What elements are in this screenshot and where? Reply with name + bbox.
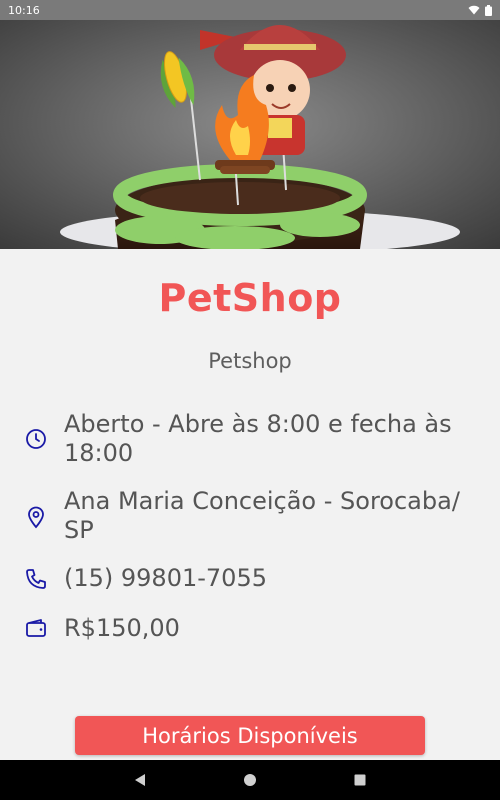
- back-button[interactable]: [125, 765, 155, 795]
- address-text: Ana Maria Conceição - Sorocaba/ SP: [64, 487, 460, 544]
- place-category: Petshop: [208, 349, 292, 373]
- wallet-icon: [26, 619, 46, 637]
- wifi-icon: [468, 5, 480, 15]
- price-text: R$150,00: [64, 614, 180, 642]
- hours-text: Aberto - Abre às 8:00 e fecha às 18:00: [64, 410, 452, 467]
- available-times-button[interactable]: Horários Disponíveis: [75, 716, 425, 755]
- status-bar: 10:16: [0, 0, 500, 20]
- back-icon: [135, 774, 145, 786]
- navigation-bar: [0, 760, 500, 800]
- status-icons: [468, 4, 492, 16]
- status-time: 10:16: [8, 3, 40, 17]
- hero-image: [0, 20, 500, 249]
- clock-icon: [26, 429, 46, 449]
- battery-icon: [485, 4, 492, 16]
- phone-text: (15) 99801-7055: [64, 564, 267, 592]
- home-button[interactable]: [235, 765, 265, 795]
- recents-icon: [354, 774, 366, 786]
- location-pin-icon: [28, 506, 44, 529]
- phone-icon: [26, 569, 46, 589]
- home-icon: [244, 774, 256, 786]
- recents-button[interactable]: [345, 765, 375, 795]
- place-title: PetShop: [158, 276, 342, 320]
